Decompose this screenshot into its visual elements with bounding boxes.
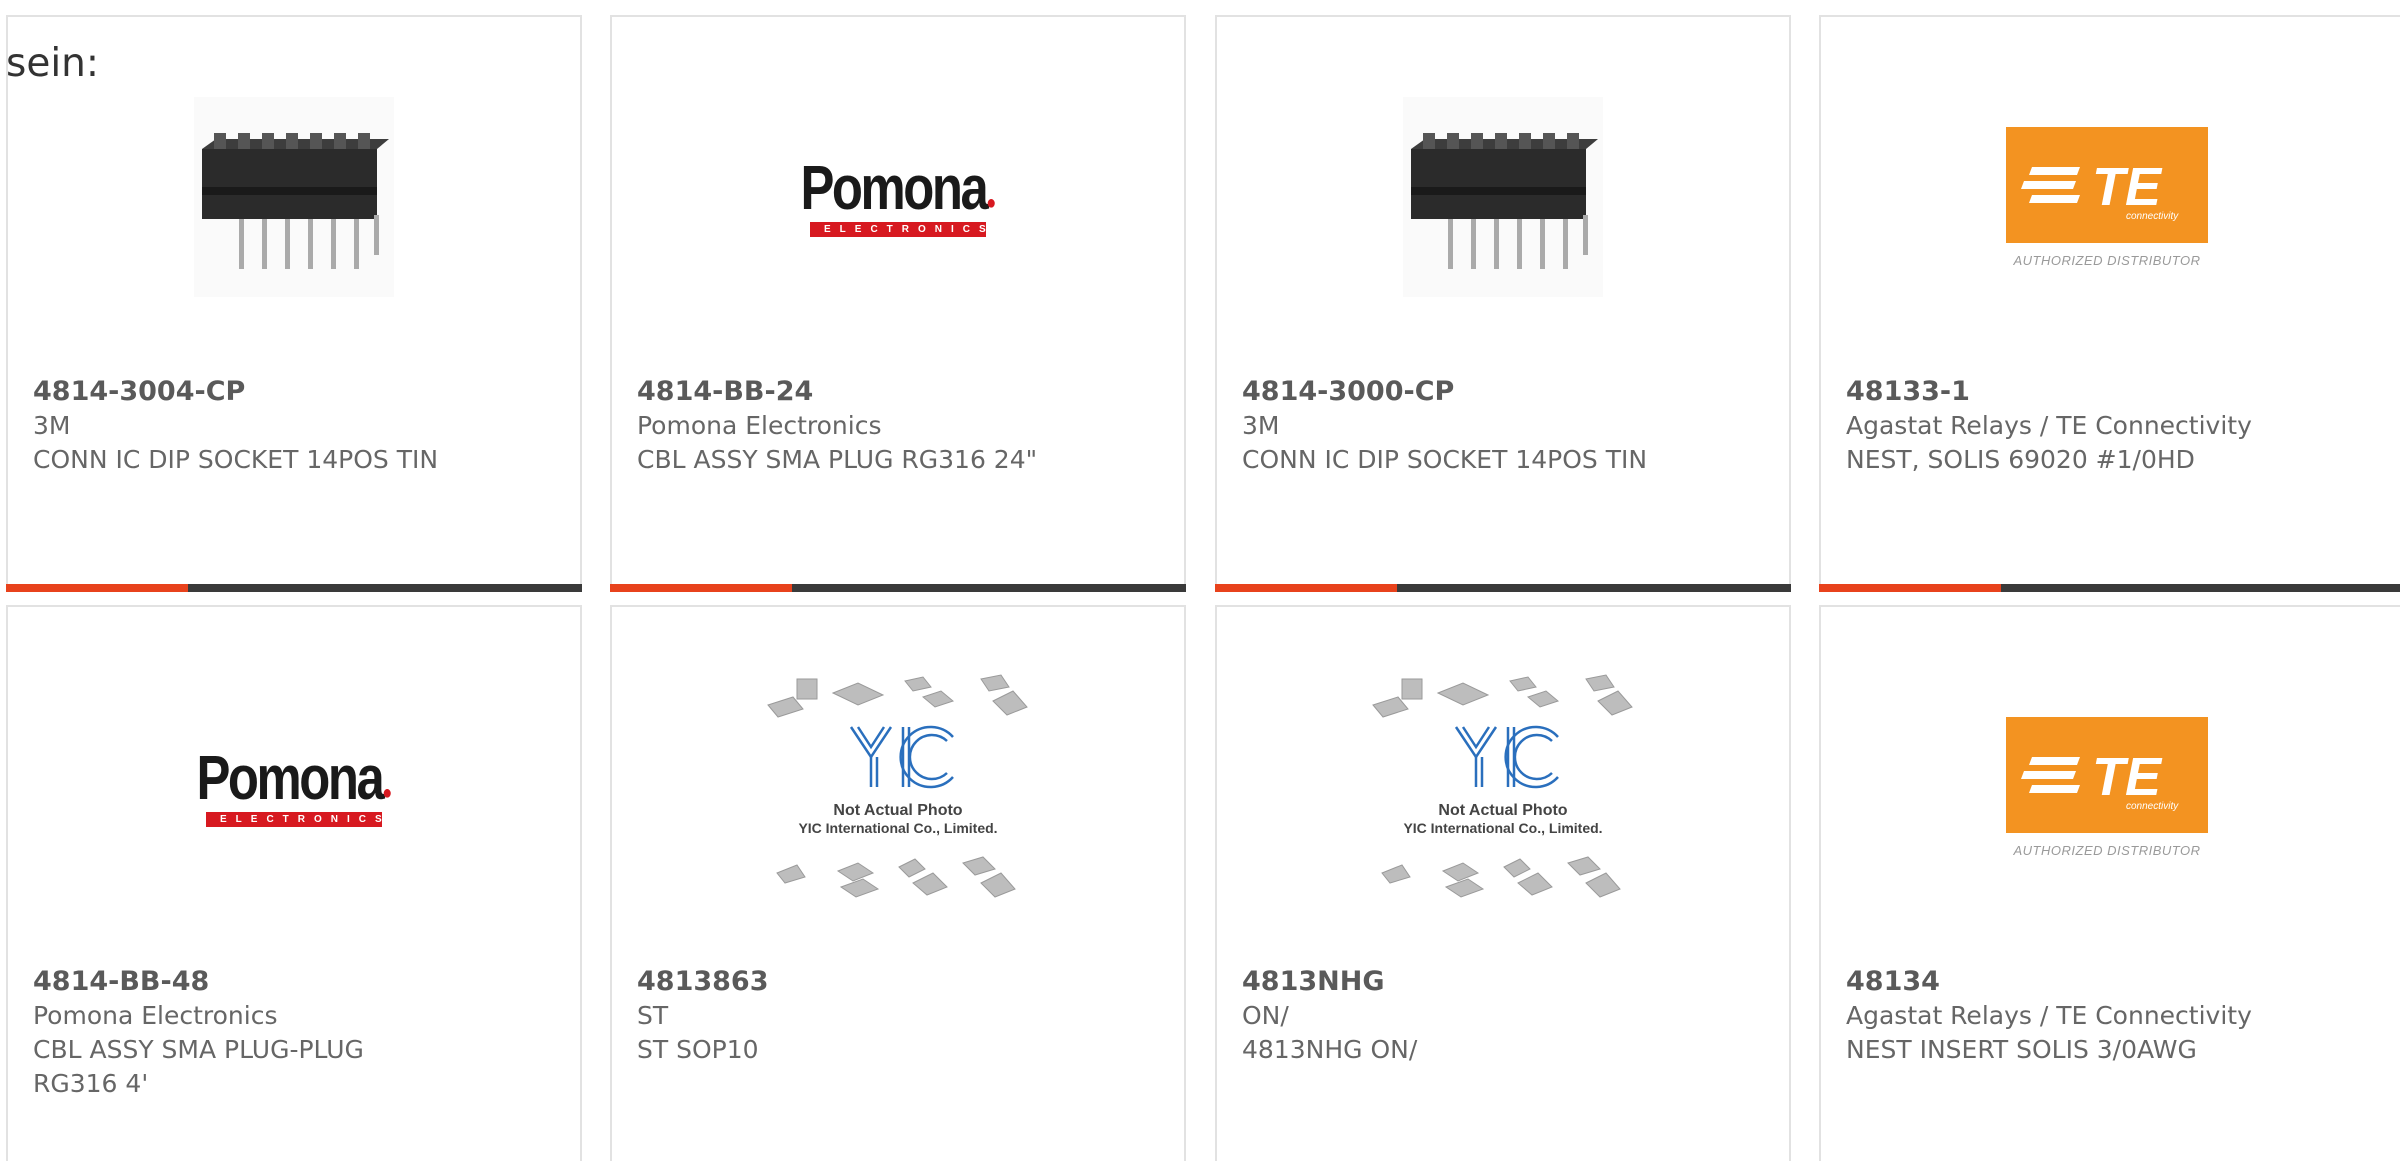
svg-text:YIC International Co., Limited: YIC International Co., Limited. <box>798 820 997 836</box>
te-logo: TE connectivity AUTHORIZED DISTRIBUTOR <box>2006 126 2208 268</box>
description: CBL ASSY SMA PLUG RG316 24" <box>637 445 1038 474</box>
description: NEST, SOLIS 69020 #1/0HD <box>1846 445 2195 474</box>
product-card[interactable]: TE connectivity AUTHORIZED DISTRIBUTOR 4… <box>1819 15 2400 592</box>
product-info: 48133-1 Agastat Relays / TE Connectivity… <box>1846 375 2387 477</box>
manufacturer: 3M <box>1242 411 1280 440</box>
description: CONN IC DIP SOCKET 14POS TIN <box>1242 445 1648 474</box>
product-info: 4814-3000-CP 3M CONN IC DIP SOCKET 14POS… <box>1242 375 1769 477</box>
product-image[interactable]: TE connectivity AUTHORIZED DISTRIBUTOR <box>1821 77 2393 317</box>
product-card[interactable]: TE connectivity AUTHORIZED DISTRIBUTOR 4… <box>1819 605 2400 1161</box>
description: CBL ASSY SMA PLUG-PLUG <box>33 1035 364 1064</box>
card-bar <box>1215 584 1791 592</box>
part-number[interactable]: 4813863 <box>637 965 1164 999</box>
lead-text: sein: <box>6 41 100 86</box>
product-card[interactable]: 4814-3000-CP 3M CONN IC DIP SOCKET 14POS… <box>1215 15 1791 592</box>
product-image[interactable]: Pomona● ELECTRONICS <box>612 77 1184 317</box>
manufacturer: Pomona Electronics <box>637 411 882 440</box>
product-card[interactable]: 4814-3004-CP 3M CONN IC DIP SOCKET 14POS… <box>6 15 582 592</box>
part-number[interactable]: 4814-3000-CP <box>1242 375 1769 409</box>
product-card[interactable]: Not Actual Photo YIC International Co., … <box>1215 605 1791 1161</box>
description: 4813NHG ON/ <box>1242 1035 1418 1064</box>
description: NEST INSERT SOLIS 3/0AWG <box>1846 1035 2197 1064</box>
te-logo: TE connectivity AUTHORIZED DISTRIBUTOR <box>2006 716 2208 858</box>
svg-text:connectivity: connectivity <box>2126 801 2179 812</box>
product-info: 4813863 ST ST SOP10 <box>637 965 1164 1067</box>
card-bar <box>6 584 582 592</box>
dip-socket-icon <box>194 97 394 297</box>
product-info: 4814-BB-48 Pomona Electronics CBL ASSY S… <box>33 965 560 1101</box>
product-image[interactable]: TE connectivity AUTHORIZED DISTRIBUTOR <box>1821 667 2393 907</box>
placeholder-image-icon: Not Actual Photo YIC International Co., … <box>1372 674 1633 898</box>
svg-text:YIC International Co., Limited: YIC International Co., Limited. <box>1403 820 1602 836</box>
manufacturer: ON/ <box>1242 1001 1289 1030</box>
manufacturer: 3M <box>33 411 71 440</box>
product-card[interactable]: Pomona● ELECTRONICS 4814-BB-24 Pomona El… <box>610 15 1186 592</box>
description: CONN IC DIP SOCKET 14POS TIN <box>33 445 439 474</box>
card-bar <box>1819 584 2400 592</box>
part-number[interactable]: 4814-3004-CP <box>33 375 560 409</box>
dip-socket-icon <box>1403 97 1603 297</box>
part-number[interactable]: 48133-1 <box>1846 375 2387 409</box>
svg-text:connectivity: connectivity <box>2126 211 2179 222</box>
manufacturer: ST <box>637 1001 669 1030</box>
description: ST SOP10 <box>637 1035 759 1064</box>
product-image[interactable]: Not Actual Photo YIC International Co., … <box>612 667 1184 907</box>
svg-text:TE: TE <box>2092 747 2163 807</box>
part-number[interactable]: 48134 <box>1846 965 2387 999</box>
product-image[interactable] <box>1217 77 1789 317</box>
product-card[interactable]: Pomona● ELECTRONICS 4814-BB-48 Pomona El… <box>6 605 582 1161</box>
page: sein: 4814-3004-CP 3M CONN IC DIP SOCKET… <box>0 0 2400 1161</box>
svg-text:Not Actual Photo: Not Actual Photo <box>1438 802 1567 819</box>
placeholder-image-icon: Not Actual Photo YIC International Co., … <box>767 674 1028 898</box>
svg-text:TE: TE <box>2092 157 2163 217</box>
manufacturer: Pomona Electronics <box>33 1001 278 1030</box>
product-image[interactable]: Pomona● ELECTRONICS <box>8 667 580 907</box>
part-number[interactable]: 4814-BB-24 <box>637 375 1164 409</box>
manufacturer: Agastat Relays / TE Connectivity <box>1846 1001 2252 1030</box>
description-line-2: RG316 4' <box>33 1069 149 1098</box>
product-info: 4814-BB-24 Pomona Electronics CBL ASSY S… <box>637 375 1164 477</box>
product-info: 4814-3004-CP 3M CONN IC DIP SOCKET 14POS… <box>33 375 560 477</box>
part-number[interactable]: 4813NHG <box>1242 965 1769 999</box>
manufacturer: Agastat Relays / TE Connectivity <box>1846 411 2252 440</box>
product-info: 4813NHG ON/ 4813NHG ON/ <box>1242 965 1769 1067</box>
pomona-logo: Pomona● ELECTRONICS <box>196 743 392 827</box>
product-card[interactable]: Not Actual Photo YIC International Co., … <box>610 605 1186 1161</box>
svg-text:Not Actual Photo: Not Actual Photo <box>833 802 962 819</box>
product-image[interactable] <box>8 77 580 317</box>
card-bar <box>610 584 1186 592</box>
pomona-logo: Pomona● ELECTRONICS <box>800 153 996 237</box>
product-info: 48134 Agastat Relays / TE Connectivity N… <box>1846 965 2387 1067</box>
product-image[interactable]: Not Actual Photo YIC International Co., … <box>1217 667 1789 907</box>
part-number[interactable]: 4814-BB-48 <box>33 965 560 999</box>
